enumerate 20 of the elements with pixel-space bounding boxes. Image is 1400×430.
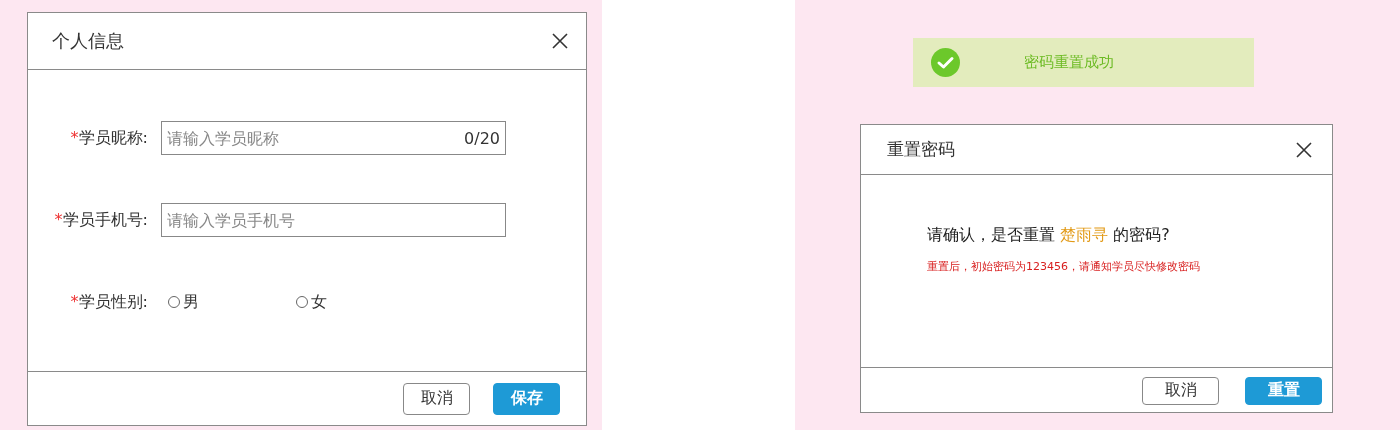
required-mark: * (70, 291, 79, 311)
radio-label: 男 (183, 291, 199, 313)
dialog-title: 个人信息 (52, 29, 124, 53)
field-label: 学员手机号: (62, 209, 148, 229)
warning-note: 重置后，初始密码为123456，请通知学员尽快修改密码 (927, 259, 1201, 274)
dialog-title: 重置密码 (887, 138, 955, 161)
field-label: 学员昵称: (78, 127, 148, 147)
toast-message: 密码重置成功 (1024, 53, 1114, 72)
radio-label: 女 (311, 291, 327, 313)
character-counter: 0/20 (464, 129, 500, 148)
close-icon[interactable] (552, 33, 568, 49)
check-icon (931, 48, 960, 77)
required-mark: * (70, 127, 79, 147)
cancel-button[interactable]: 取消 (1142, 376, 1219, 405)
confirm-message: 请确认，是否重置 楚雨寻 的密码? (927, 225, 1170, 244)
field-label: 学员性别: (78, 291, 148, 311)
close-icon[interactable] (1296, 141, 1312, 158)
required-mark: * (54, 209, 63, 229)
cancel-button[interactable]: 取消 (403, 382, 470, 415)
input-field[interactable]: 请输入学员手机号 (161, 203, 506, 237)
